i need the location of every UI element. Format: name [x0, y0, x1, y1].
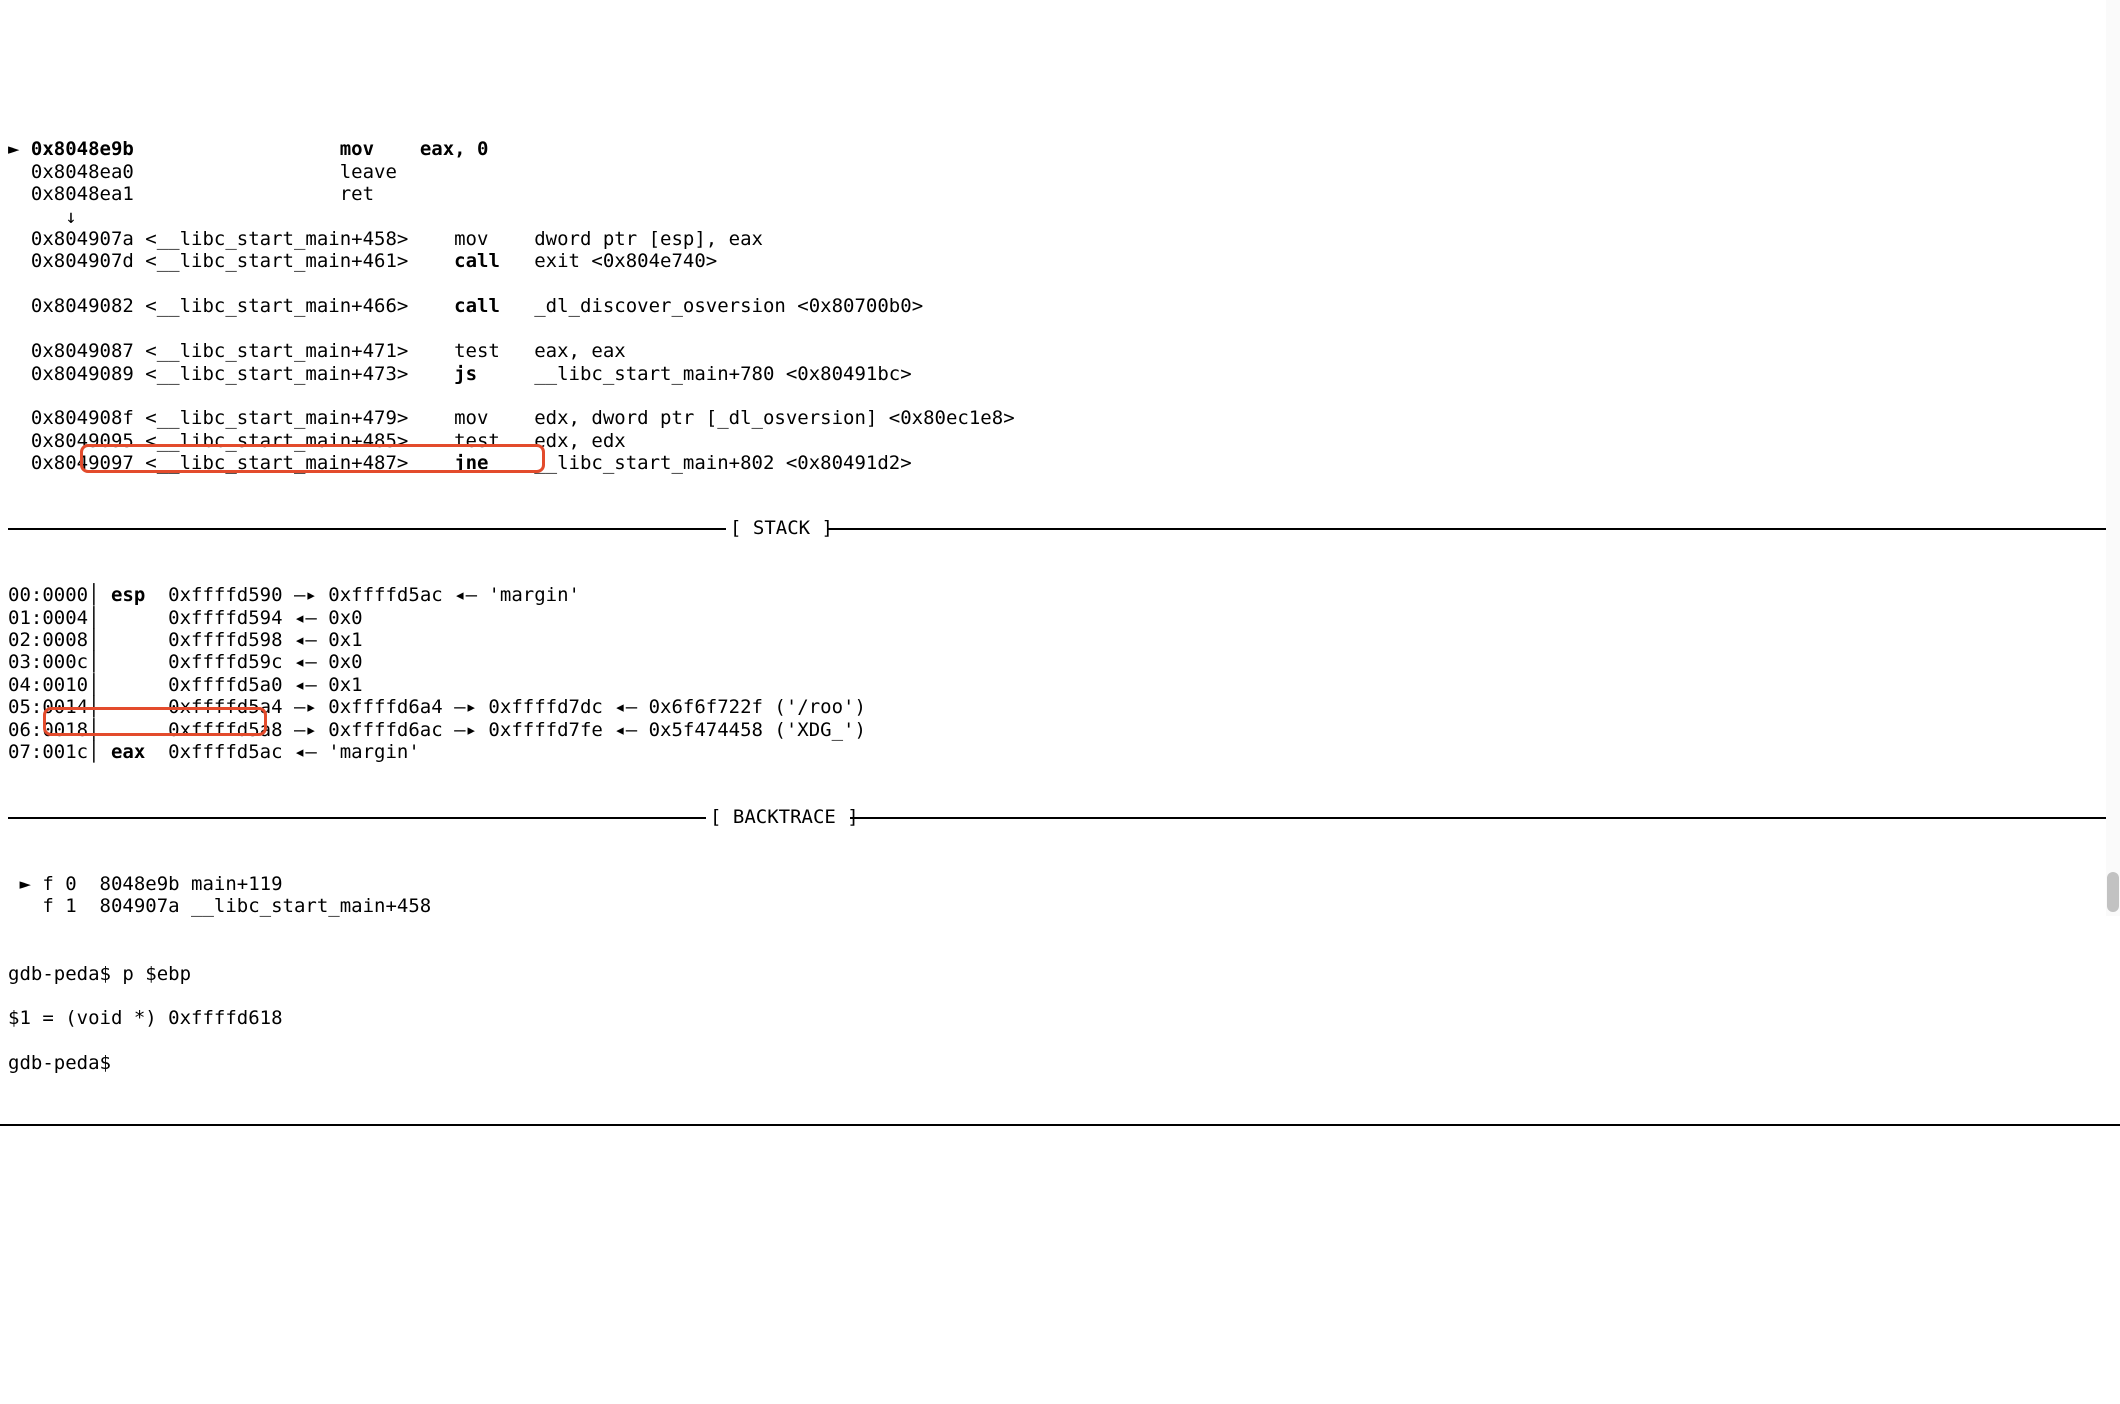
disasm-row: ↓	[8, 206, 2112, 228]
stack-block: 00:0000│ esp 0xffffd590 —▸ 0xffffd5ac ◂—…	[8, 584, 2112, 763]
disasm-row: 0x804908f <__libc_start_main+479> mov ed…	[8, 407, 2112, 429]
bottom-separator	[0, 1124, 2120, 1126]
backtrace-separator: [ BACKTRACE ]	[8, 808, 2112, 828]
disasm-row: 0x8048ea0 leave	[8, 161, 2112, 183]
backtrace-row: f 1 804907a __libc_start_main+458	[8, 895, 2112, 917]
disasm-row: 0x8049089 <__libc_start_main+473> js __l…	[8, 363, 2112, 385]
stack-header-label: [ STACK ]	[726, 517, 837, 539]
backtrace-row: ► f 0 8048e9b main+119	[8, 873, 2112, 895]
disassembly-block: ► 0x8048e9b mov eax, 0 0x8048ea0 leave 0…	[8, 138, 2112, 474]
scrollbar-thumb[interactable]	[2107, 872, 2119, 912]
scrollbar-track[interactable]	[2106, 0, 2120, 916]
disasm-row	[8, 385, 2112, 407]
stack-row: 07:001c│ eax 0xffffd5ac ◂— 'margin'	[8, 741, 2112, 763]
backtrace-header-label: [ BACKTRACE ]	[706, 806, 863, 828]
stack-row: 05:0014│ 0xffffd5a4 —▸ 0xffffd6a4 —▸ 0xf…	[8, 696, 2112, 718]
backtrace-block: ► f 0 8048e9b main+119 f 1 804907a __lib…	[8, 873, 2112, 918]
disasm-row	[8, 273, 2112, 295]
disasm-row: 0x8048ea1 ret	[8, 183, 2112, 205]
disasm-row: 0x804907a <__libc_start_main+458> mov dw…	[8, 228, 2112, 250]
gdb-command[interactable]: p $ebp	[122, 963, 191, 985]
disasm-row: 0x8049097 <__libc_start_main+487> jne __…	[8, 452, 2112, 474]
disasm-row	[8, 318, 2112, 340]
stack-row: 02:0008│ 0xffffd598 ◂— 0x1	[8, 629, 2112, 651]
terminal-output[interactable]: ► 0x8048e9b mov eax, 0 0x8048ea0 leave 0…	[0, 90, 2120, 1248]
disasm-row: ► 0x8048e9b mov eax, 0	[8, 138, 2112, 160]
gdb-prompt: gdb-peda$	[8, 1052, 122, 1074]
result-line: $1 = (void *) 0xffffd618	[8, 1007, 2112, 1029]
disasm-row: 0x8049087 <__libc_start_main+471> test e…	[8, 340, 2112, 362]
stack-separator: [ STACK ]	[8, 519, 2112, 539]
disasm-row: 0x8049095 <__libc_start_main+485> test e…	[8, 430, 2112, 452]
stack-row: 03:000c│ 0xffffd59c ◂— 0x0	[8, 651, 2112, 673]
disasm-row: 0x8049082 <__libc_start_main+466> call _…	[8, 295, 2112, 317]
stack-row: 04:0010│ 0xffffd5a0 ◂— 0x1	[8, 674, 2112, 696]
prompt-line-2[interactable]: gdb-peda$	[8, 1052, 2112, 1074]
stack-row: 00:0000│ esp 0xffffd590 —▸ 0xffffd5ac ◂—…	[8, 584, 2112, 606]
prompt-line-1: gdb-peda$ p $ebp	[8, 963, 2112, 985]
gdb-prompt: gdb-peda$	[8, 963, 122, 985]
stack-row: 06:0018│ 0xffffd5a8 —▸ 0xffffd6ac —▸ 0xf…	[8, 719, 2112, 741]
disasm-row: 0x804907d <__libc_start_main+461> call e…	[8, 250, 2112, 272]
stack-row: 01:0004│ 0xffffd594 ◂— 0x0	[8, 607, 2112, 629]
